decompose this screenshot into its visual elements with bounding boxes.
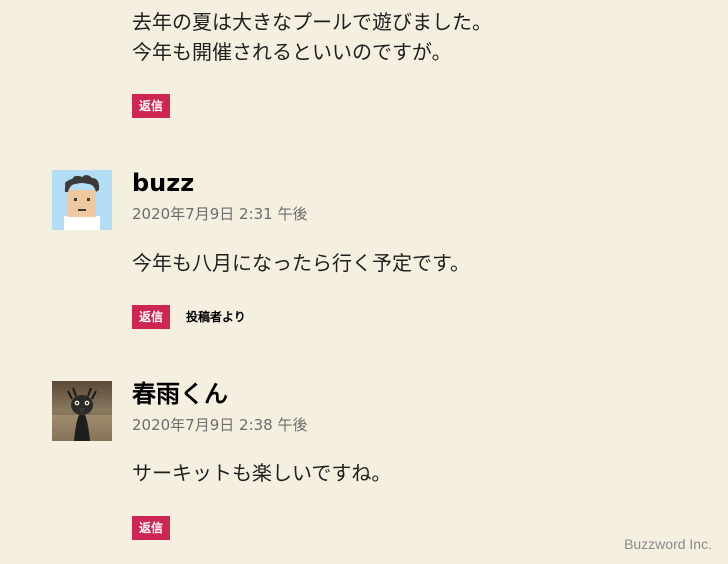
- comment-author-name[interactable]: 春雨くん: [132, 379, 228, 409]
- emu-photo-avatar-icon: [52, 381, 112, 441]
- comment-date[interactable]: 2020年7月9日 2:38 午後: [132, 415, 307, 435]
- cartoon-person-avatar-icon: [52, 170, 112, 230]
- post-author-badge: 投稿者より: [186, 310, 246, 324]
- avatar-buzz: [52, 170, 112, 230]
- reply-button-3[interactable]: 返信: [132, 516, 170, 540]
- watermark: Buzzword Inc.: [624, 536, 712, 552]
- avatar-harusame: [52, 381, 112, 441]
- comment-date[interactable]: 2020年7月9日 2:31 午後: [132, 204, 307, 224]
- comment-1-text-line-2: 今年も開催されるといいのですが。: [132, 40, 452, 64]
- comment-text: 今年も八月になったら行く予定です。: [132, 251, 470, 275]
- reply-button-1[interactable]: 返信: [132, 94, 170, 118]
- comment-author-name[interactable]: buzz: [132, 168, 194, 198]
- comment-text: サーキットも楽しいですね。: [132, 461, 392, 485]
- comment-1-text-line-1: 去年の夏は大きなプールで遊びました。: [132, 10, 492, 34]
- reply-button-2[interactable]: 返信: [132, 305, 170, 329]
